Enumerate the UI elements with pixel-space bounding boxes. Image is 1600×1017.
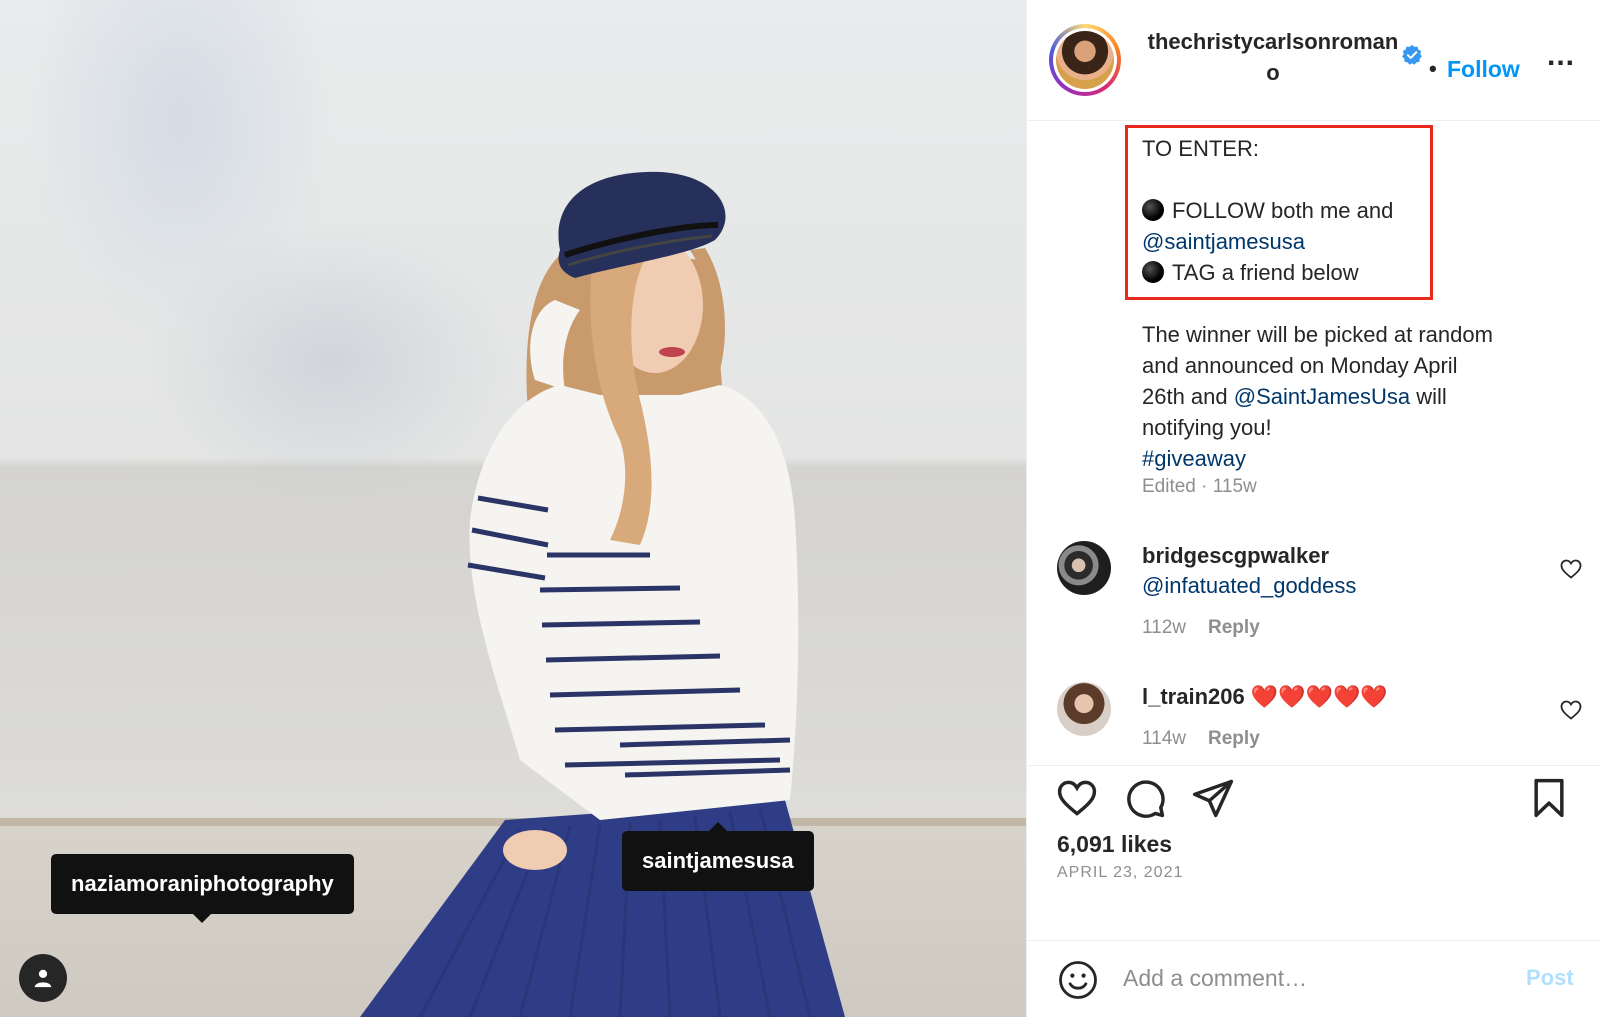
share-icon[interactable] xyxy=(1191,776,1235,820)
comment-age: 112w xyxy=(1142,617,1187,638)
header-separator: • xyxy=(1429,56,1437,81)
comment-text: ❤️❤️❤️❤️❤️ xyxy=(1250,684,1388,709)
post-comment-button[interactable]: Post xyxy=(1526,965,1574,991)
emoji-icon[interactable] xyxy=(1057,959,1099,1001)
reply-button[interactable]: Reply xyxy=(1208,728,1260,749)
commenter-username[interactable]: bridgescgpwalker xyxy=(1142,543,1329,569)
comment-meta: 114w Reply xyxy=(1142,728,1260,750)
caption-line: notifying you! xyxy=(1142,415,1272,440)
caption-line: and announced on Monday April xyxy=(1142,353,1458,378)
post-photo[interactable]: naziamoraniphotography saintjamesusa xyxy=(0,0,1026,1017)
more-options-button[interactable]: ... xyxy=(1547,41,1575,71)
likes-count[interactable]: 6,091 likes xyxy=(1057,831,1172,858)
post-header: thechristycarlsonromano • Follow ... xyxy=(1027,0,1600,121)
add-comment-bar: Post xyxy=(1027,940,1600,1017)
comment-like-heart-icon[interactable] xyxy=(1559,557,1583,581)
follow-button[interactable]: Follow xyxy=(1447,56,1520,83)
photo-tag-saintjamesusa[interactable]: saintjamesusa xyxy=(622,822,814,891)
post-actions: 6,091 likes APRIL 23, 2021 xyxy=(1027,765,1600,940)
bookmark-icon[interactable] xyxy=(1527,776,1571,820)
comment-age: 114w xyxy=(1142,728,1187,749)
highlight-box xyxy=(1125,125,1433,300)
comment-input[interactable] xyxy=(1123,957,1503,999)
commenter-username[interactable]: l_train206 ❤️❤️❤️❤️❤️ xyxy=(1142,684,1388,710)
verified-badge-icon xyxy=(1402,44,1422,65)
user-tag-icon xyxy=(34,969,52,988)
comment-icon[interactable] xyxy=(1123,776,1167,820)
photo-tag-naziamoraniphotography[interactable]: naziamoraniphotography xyxy=(51,854,354,923)
caption-line: 26th and @SaintJamesUsa will xyxy=(1142,384,1447,409)
caption-line: The winner will be picked at random xyxy=(1142,322,1493,347)
caption-mention-saintjamesusa-2[interactable]: @SaintJamesUsa xyxy=(1234,384,1410,409)
reply-button[interactable]: Reply xyxy=(1208,617,1260,638)
tagged-users-button[interactable] xyxy=(19,954,67,1002)
profile-avatar[interactable] xyxy=(1049,24,1121,96)
heart-icon[interactable] xyxy=(1055,776,1099,820)
comment-meta: 112w Reply xyxy=(1142,617,1260,639)
caption-meta: Edited · 115w xyxy=(1142,476,1257,497)
commenter-avatar[interactable] xyxy=(1057,541,1111,595)
comments-section[interactable]: TO ENTER: FOLLOW both me and @saintjames… xyxy=(1027,121,1600,765)
caption-hashtag-giveaway[interactable]: #giveaway xyxy=(1142,443,1562,474)
comment-mention[interactable]: @infatuated_goddess xyxy=(1142,573,1356,599)
post-author-username[interactable]: thechristycarlsonromano xyxy=(1147,26,1399,88)
post-date[interactable]: APRIL 23, 2021 xyxy=(1057,864,1183,882)
post-side-panel: thechristycarlsonromano • Follow ... TO … xyxy=(1026,0,1600,1017)
commenter-avatar[interactable] xyxy=(1057,682,1111,736)
comment-like-heart-icon[interactable] xyxy=(1559,698,1583,722)
